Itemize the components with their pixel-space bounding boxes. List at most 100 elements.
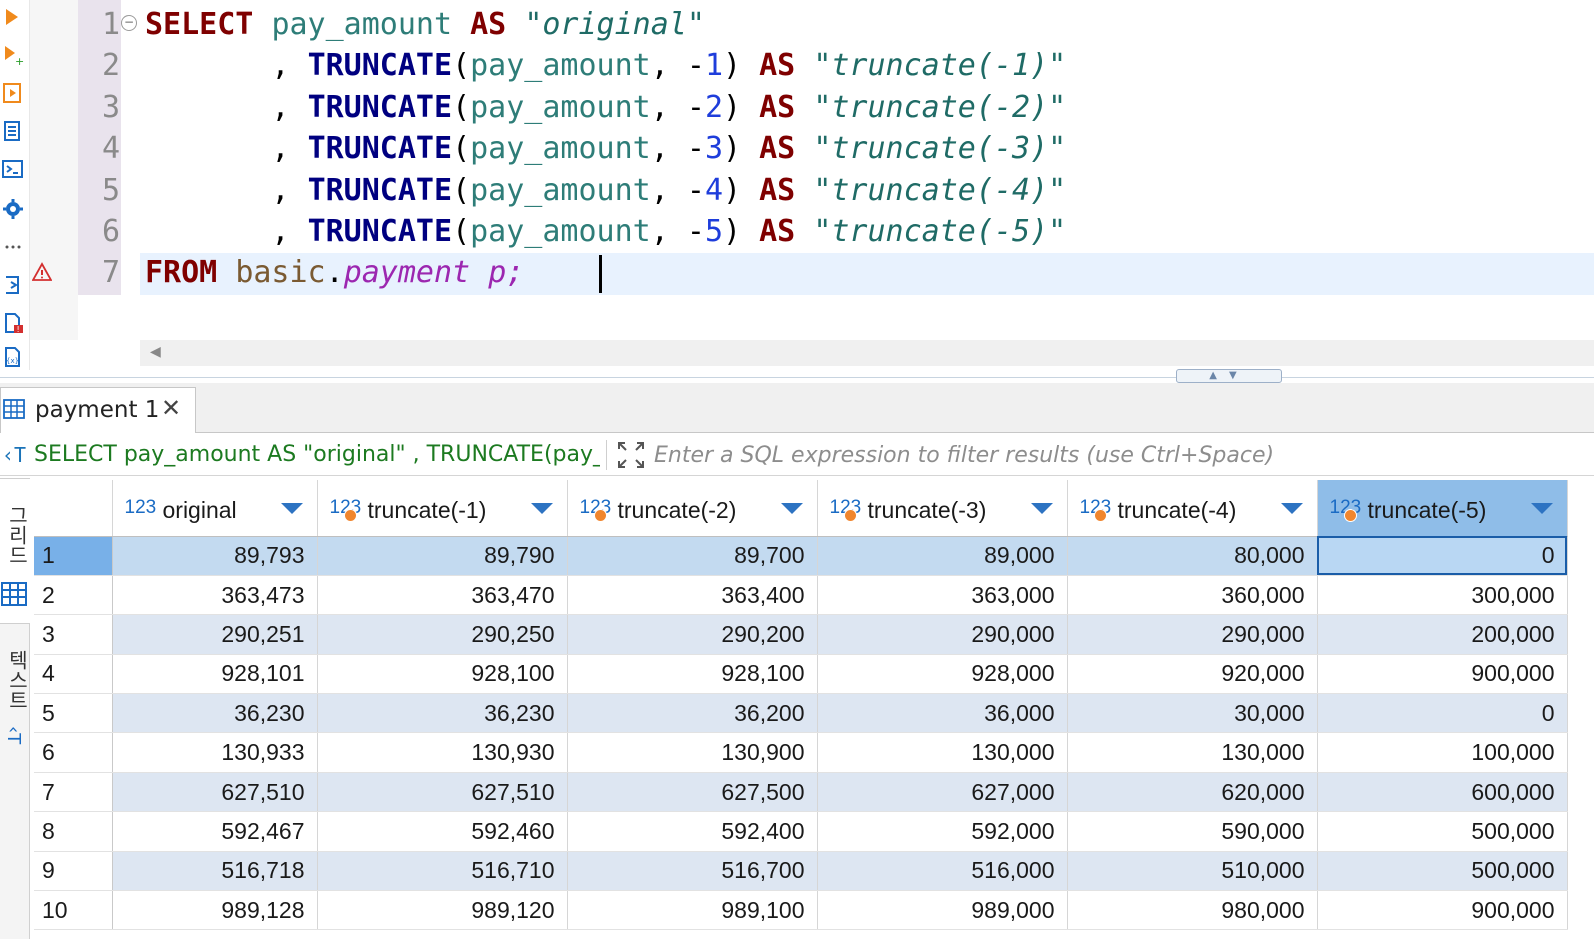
table-cell[interactable]: 989,100 [567,890,818,931]
row-number[interactable]: 6 [34,732,113,773]
table-row[interactable]: 6 130,933 130,930 130,900 130,000 130,000 100,… [34,732,1568,773]
table-cell[interactable]: 592,000 [817,811,1068,852]
table-cell[interactable]: 0 [1317,693,1568,734]
table-cell[interactable]: 600,000 [1317,772,1568,813]
table-cell[interactable]: 928,100 [317,654,568,695]
more-dots-icon[interactable] [2,236,24,258]
row-number[interactable]: 2 [34,575,113,616]
table-cell[interactable]: 89,793 [112,536,318,576]
table-row[interactable]: 4 928,101 928,100 928,100 928,000 920,000 900,… [34,654,1568,695]
table-cell[interactable]: 989,000 [817,890,1068,931]
row-number[interactable]: 10 [34,890,113,931]
close-icon[interactable]: ✕ [161,395,181,421]
variables-icon[interactable]: {x} [2,346,24,368]
table-cell[interactable]: 290,000 [1067,614,1318,655]
table-cell[interactable]: 30,000 [1067,693,1318,734]
panel-splitter[interactable] [0,377,1594,378]
table-cell[interactable]: 360,000 [1067,575,1318,616]
table-cell[interactable]: 36,230 [317,693,568,734]
table-cell[interactable]: 516,000 [817,851,1068,892]
table-cell[interactable]: 989,120 [317,890,568,931]
table-cell[interactable]: 592,467 [112,811,318,852]
sql-preview[interactable]: SELECT pay_amount AS "original" , TRUNCA… [34,442,600,467]
table-cell[interactable]: 516,700 [567,851,818,892]
table-cell[interactable]: 500,000 [1317,851,1568,892]
sort-arrow-icon[interactable] [1280,503,1303,514]
code-line[interactable]: FROM basic.payment p; [145,252,524,293]
table-row[interactable]: 8 592,467 592,460 592,400 592,000 590,000 500,… [34,811,1568,852]
table-cell[interactable]: 200,000 [1317,614,1568,655]
table-cell[interactable]: 300,000 [1317,575,1568,616]
table-cell[interactable]: 627,000 [817,772,1068,813]
scroll-left-icon[interactable]: ◀ [150,344,161,360]
table-cell[interactable]: 130,000 [1067,732,1318,773]
results-grid[interactable]: 123 original 123 truncate(-1) 123 truncate(-2… [34,480,1568,931]
table-cell[interactable]: 130,000 [817,732,1068,773]
column-header[interactable]: 123 truncate(-1) [317,480,568,537]
table-row[interactable]: 9 516,718 516,710 516,700 516,000 510,000 500,… [34,851,1568,892]
settings-gear-icon[interactable] [2,198,24,220]
table-cell[interactable]: 928,000 [817,654,1068,695]
file-error-icon[interactable]: ! [2,312,24,334]
terminal-icon[interactable] [2,158,24,180]
filter-input[interactable] [654,438,1584,472]
sort-arrow-icon[interactable] [1530,503,1553,514]
horizontal-scrollbar[interactable] [140,340,1594,366]
table-row[interactable]: 7 627,510 627,510 627,500 627,000 620,000 600,… [34,772,1568,813]
sort-arrow-icon[interactable] [1030,503,1053,514]
expand-icon[interactable] [616,440,646,470]
code-line[interactable]: , TRUNCATE(pay_amount, -4) AS "truncate(… [145,170,1066,211]
table-cell[interactable]: 290,000 [817,614,1068,655]
code-line[interactable]: SELECT pay_amount AS "original" [145,4,705,45]
table-cell[interactable]: 130,930 [317,732,568,773]
tab-payment-1[interactable]: payment 1 ✕ [0,387,196,433]
row-number[interactable]: 7 [34,772,113,813]
table-cell[interactable]: 290,251 [112,614,318,655]
code-line[interactable]: , TRUNCATE(pay_amount, -3) AS "truncate(… [145,128,1066,169]
row-number[interactable]: 5 [34,693,113,734]
table-cell[interactable]: 363,000 [817,575,1068,616]
table-cell[interactable]: 627,500 [567,772,818,813]
table-cell[interactable]: 900,000 [1317,654,1568,695]
table-cell[interactable]: 290,250 [317,614,568,655]
code-line[interactable]: , TRUNCATE(pay_amount, -5) AS "truncate(… [145,211,1066,252]
table-cell[interactable]: 627,510 [317,772,568,813]
table-cell[interactable]: 627,510 [112,772,318,813]
execute-new-tab-icon[interactable]: + [2,44,24,66]
table-cell[interactable]: 363,470 [317,575,568,616]
row-number[interactable]: 4 [34,654,113,695]
column-header[interactable]: 123 truncate(-3) [817,480,1068,537]
script-icon[interactable] [2,120,24,142]
table-cell[interactable]: 0 [1317,536,1568,576]
table-row[interactable]: 10 989,128 989,120 989,100 989,000 980,000 900… [34,890,1568,931]
table-cell[interactable]: 36,200 [567,693,818,734]
splitter-handle[interactable]: ▲▼ [1176,369,1282,383]
table-cell[interactable]: 592,460 [317,811,568,852]
table-cell[interactable]: 130,900 [567,732,818,773]
table-cell[interactable]: 36,230 [112,693,318,734]
table-cell[interactable]: 89,700 [567,536,818,576]
table-cell[interactable]: 500,000 [1317,811,1568,852]
table-cell[interactable]: 89,790 [317,536,568,576]
table-cell[interactable]: 363,473 [112,575,318,616]
table-cell[interactable]: 980,000 [1067,890,1318,931]
row-number[interactable]: 3 [34,614,113,655]
table-cell[interactable]: 590,000 [1067,811,1318,852]
table-cell[interactable]: 620,000 [1067,772,1318,813]
column-header[interactable]: 123 original [112,480,318,537]
row-number[interactable]: 9 [34,851,113,892]
table-cell[interactable]: 516,718 [112,851,318,892]
execute-script-icon[interactable] [2,82,24,104]
table-cell[interactable]: 516,710 [317,851,568,892]
table-cell[interactable]: 928,101 [112,654,318,695]
table-cell[interactable]: 36,000 [817,693,1068,734]
fold-toggle-icon[interactable]: − [121,15,137,31]
table-cell[interactable]: 89,000 [817,536,1068,576]
table-cell[interactable]: 592,400 [567,811,818,852]
column-header[interactable]: 123 truncate(-5) [1317,480,1568,537]
execute-icon[interactable] [2,6,24,28]
table-cell[interactable]: 928,100 [567,654,818,695]
tab-text[interactable]: 텍스트 ‹T [0,638,30,768]
table-cell[interactable]: 290,200 [567,614,818,655]
table-cell[interactable]: 900,000 [1317,890,1568,931]
